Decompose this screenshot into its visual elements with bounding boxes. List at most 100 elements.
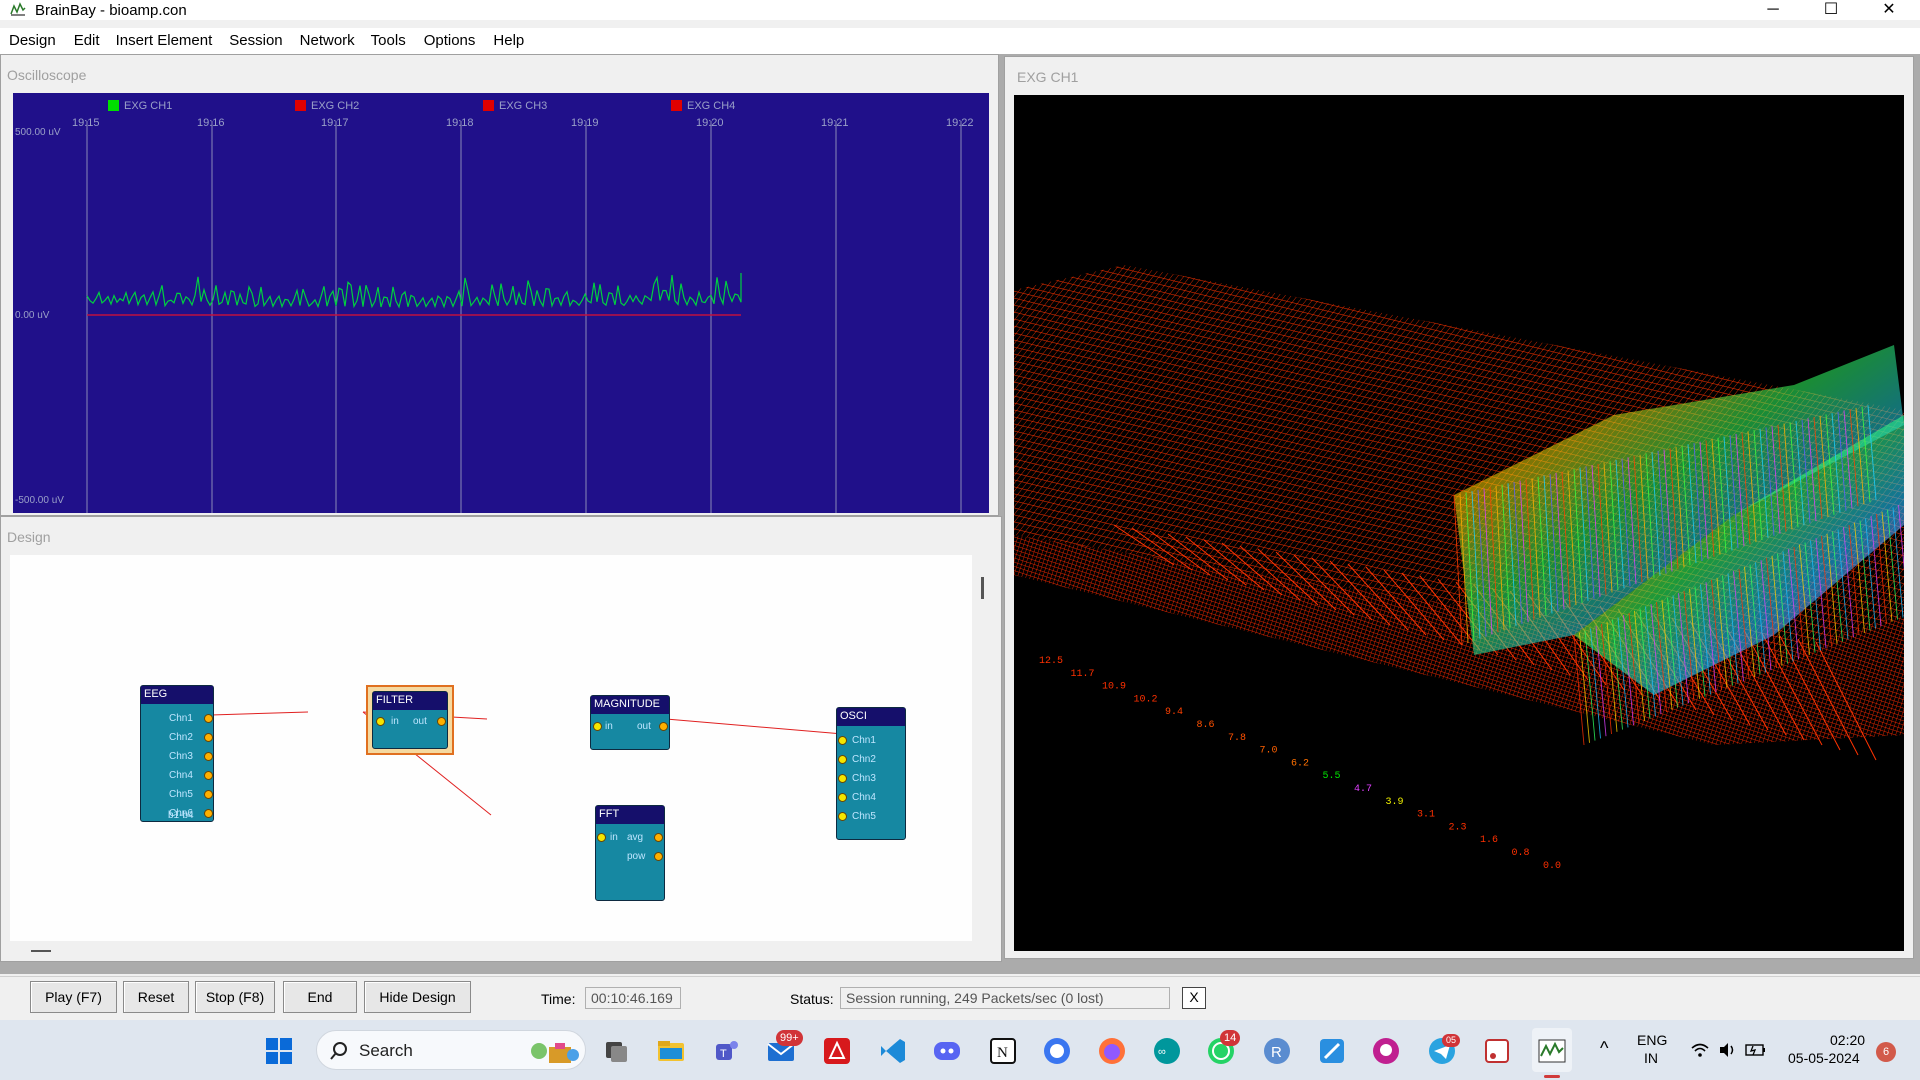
signal-icon[interactable]: [1042, 1036, 1072, 1066]
language-bottom[interactable]: IN: [1644, 1050, 1658, 1066]
menu-network[interactable]: Network: [300, 28, 355, 54]
firefox-icon[interactable]: [1097, 1036, 1127, 1066]
design-canvas[interactable]: EEG Chn1 Chn2 Chn3 Chn4 Chn5 Chn6 b1-b4 …: [10, 555, 972, 941]
legend-label: EXG CH4: [687, 100, 735, 112]
eeg-port-label: Chn5: [169, 789, 193, 800]
freq-label: 8.6: [1197, 720, 1215, 731]
battery-icon[interactable]: [1745, 1042, 1767, 1058]
eeg-output-port[interactable]: [204, 771, 213, 780]
minimize-icon[interactable]: ─: [1750, 0, 1796, 20]
language-top[interactable]: ENG: [1637, 1032, 1667, 1048]
notification-badge[interactable]: 6: [1876, 1042, 1896, 1062]
menu-help[interactable]: Help: [493, 28, 524, 54]
oscilloscope-window[interactable]: Oscilloscope EXG CH1 EXG CH2 EXG CH3 EXG CH…: [0, 54, 999, 516]
snipping-tool-icon[interactable]: [1482, 1036, 1512, 1066]
time-label: Time:: [541, 991, 576, 1007]
stop-button[interactable]: Stop (F8): [195, 981, 275, 1013]
eeg-block-title: EEG: [141, 686, 213, 704]
magnitude-block[interactable]: MAGNITUDE in out: [590, 695, 670, 750]
menu-session[interactable]: Session: [229, 28, 282, 54]
task-view-icon[interactable]: [602, 1036, 632, 1066]
filter-output-port[interactable]: [437, 717, 446, 726]
osci-input-port[interactable]: [838, 793, 847, 802]
chevron-up-icon[interactable]: ^: [1600, 1038, 1608, 1059]
legend-label: EXG CH1: [124, 100, 172, 112]
menu-options[interactable]: Options: [424, 28, 476, 54]
end-button[interactable]: End: [283, 981, 357, 1013]
magnitude-out-label: out: [637, 721, 651, 732]
play-button[interactable]: Play (F7): [30, 981, 117, 1013]
exg-3d-spectrum: 12.5 11.7 10.9 10.2 9.4 8.6 7.8 7.0 6.2 5.5 4.7 3.9…: [1014, 95, 1904, 951]
design-vertical-scrollbar[interactable]: [981, 577, 984, 599]
osc-y-label: -500.00 uV: [15, 495, 64, 506]
eeg-output-port[interactable]: [204, 809, 213, 818]
magnitude-output-port[interactable]: [659, 722, 668, 731]
filter-input-port[interactable]: [376, 717, 385, 726]
r-icon[interactable]: R: [1262, 1036, 1292, 1066]
discord-icon[interactable]: [932, 1036, 962, 1066]
osci-block[interactable]: OSCI Chn1 Chn2 Chn3 Chn4 Chn5: [836, 707, 906, 840]
eeg-port-label: Chn1: [169, 713, 193, 724]
freq-label: 3.9: [1386, 797, 1404, 808]
paint-icon[interactable]: [1317, 1036, 1347, 1066]
teams-icon[interactable]: T: [712, 1036, 742, 1066]
menu-tools[interactable]: Tools: [371, 28, 406, 54]
close-icon[interactable]: ✕: [1866, 0, 1912, 20]
eeg-port-label: b1-b4: [168, 810, 194, 821]
maximize-icon[interactable]: ☐: [1808, 0, 1854, 20]
search-icon: [330, 1042, 347, 1060]
fft-block[interactable]: FFT in avg pow: [595, 805, 665, 901]
svg-text:R: R: [1271, 1044, 1282, 1061]
eeg-output-port[interactable]: [204, 714, 213, 723]
mail-badge: 99+: [776, 1030, 803, 1046]
wire-magnitude-osci: [665, 718, 844, 735]
osci-input-port[interactable]: [838, 774, 847, 783]
filter-out-label: out: [413, 716, 427, 727]
menu-bar: Design Edit Insert Element Session Netwo…: [0, 28, 1920, 54]
legend-swatch: [483, 100, 494, 111]
hide-design-button[interactable]: Hide Design: [364, 981, 471, 1013]
eeg-output-port[interactable]: [204, 733, 213, 742]
acrobat-icon[interactable]: [822, 1036, 852, 1066]
vscode-icon[interactable]: [878, 1036, 908, 1066]
wifi-icon[interactable]: [1690, 1042, 1710, 1058]
windows-start-icon[interactable]: [264, 1036, 294, 1066]
fft-block-title: FFT: [596, 806, 664, 824]
osci-input-port[interactable]: [838, 755, 847, 764]
wire-eeg-filter: [210, 711, 309, 716]
taskbar-search[interactable]: Search: [316, 1030, 586, 1070]
file-explorer-icon[interactable]: [656, 1036, 686, 1066]
exg-ch1-window[interactable]: EXG CH1 12.5 11.7 10.9 10.2 9.4 8.6 7.8 7.0 6.2 5…: [1004, 56, 1914, 959]
fft-pow-port[interactable]: [654, 852, 663, 861]
freq-label: 5.5: [1323, 771, 1341, 782]
osc-trace-ch1: [86, 273, 742, 309]
arduino-icon[interactable]: ∞: [1152, 1036, 1182, 1066]
eeg-output-port[interactable]: [204, 752, 213, 761]
osc-time-tick: 19:19: [571, 117, 599, 129]
menu-edit[interactable]: Edit: [74, 28, 100, 54]
eeg-output-port[interactable]: [204, 790, 213, 799]
svg-text:∞: ∞: [1158, 1046, 1166, 1058]
brainbay-taskbar-icon[interactable]: [1537, 1036, 1567, 1066]
volume-icon[interactable]: [1718, 1042, 1736, 1058]
eeg-port-label: Chn4: [169, 770, 193, 781]
design-window[interactable]: Design EEG Chn1 Chn2 Chn3 Chn4 Chn5 Chn6: [0, 516, 1002, 962]
clock-time[interactable]: 02:20: [1830, 1032, 1865, 1048]
fft-avg-port[interactable]: [654, 833, 663, 842]
github-icon[interactable]: [1371, 1036, 1401, 1066]
status-close-button[interactable]: X: [1182, 987, 1206, 1009]
filter-block[interactable]: FILTER in out: [372, 691, 448, 749]
exg-caption: EXG CH1: [1017, 69, 1079, 85]
notion-icon[interactable]: N: [988, 1036, 1018, 1066]
clock-date[interactable]: 05-05-2024: [1788, 1050, 1860, 1066]
magnitude-input-port[interactable]: [593, 722, 602, 731]
osci-input-port[interactable]: [838, 736, 847, 745]
osci-input-port[interactable]: [838, 812, 847, 821]
taskbar: Search T 99+ N ∞ 14 R 05 ^ ENG IN 02:20 …: [0, 1020, 1920, 1080]
design-horizontal-scrollbar[interactable]: [31, 950, 51, 952]
menu-design[interactable]: Design: [9, 28, 56, 54]
fft-input-port[interactable]: [597, 833, 606, 842]
eeg-block[interactable]: EEG Chn1 Chn2 Chn3 Chn4 Chn5 Chn6: [140, 685, 214, 822]
reset-button[interactable]: Reset: [123, 981, 189, 1013]
menu-insert-element[interactable]: Insert Element: [116, 28, 213, 54]
